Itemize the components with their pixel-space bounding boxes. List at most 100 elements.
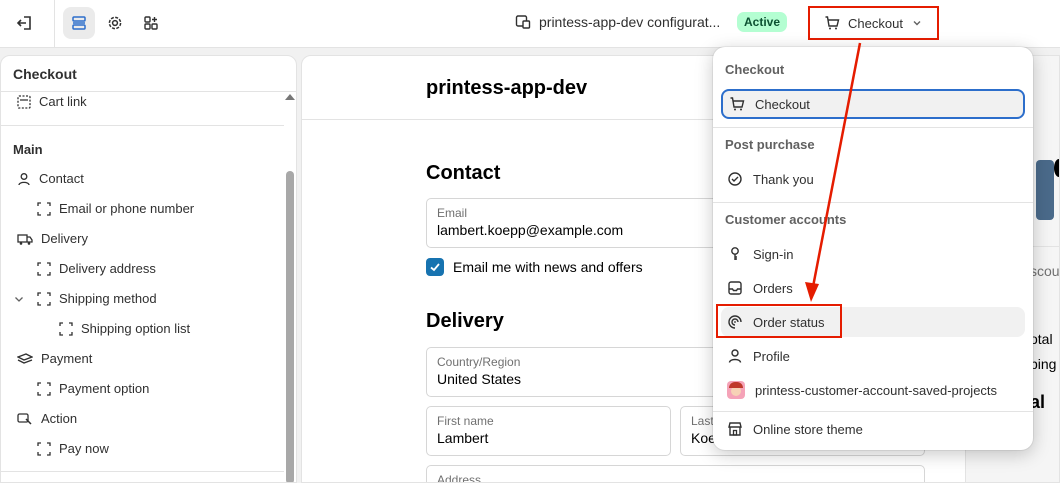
store-title-text: printess-app-dev configurat...: [539, 14, 721, 30]
store-preview-icon: [515, 14, 531, 30]
sections-button[interactable]: [63, 7, 95, 39]
block-icon: [37, 261, 51, 276]
chevron-down-icon[interactable]: [13, 293, 25, 305]
tree-item-pay-now[interactable]: Pay now: [37, 441, 109, 456]
tree-item-label: Shipping option list: [81, 321, 191, 336]
first-name-label: First name: [437, 414, 494, 428]
main-section-heading: Main: [13, 142, 43, 157]
address-label: Address: [437, 473, 482, 483]
tree-item-label: Action: [41, 411, 78, 426]
first-name-field[interactable]: First name Lambert: [426, 406, 671, 456]
cart-link-icon: [17, 94, 31, 109]
dropdown-item-profile[interactable]: Profile: [721, 341, 1025, 371]
app-avatar-icon: [727, 381, 745, 399]
dropdown-divider: [713, 127, 1033, 128]
subtotal-label-fragment: otal: [1030, 331, 1053, 347]
first-name-value: Lambert: [437, 430, 489, 446]
tree-item-cart-link[interactable]: Cart link: [17, 94, 87, 109]
quantity-badge: [1054, 159, 1059, 177]
tree-item-label: Payment option: [59, 381, 150, 396]
newsletter-checkbox[interactable]: [426, 258, 444, 276]
panel-title: Checkout: [1, 56, 296, 92]
tree-item-label: Shipping method: [59, 291, 157, 306]
shipping-label-fragment: ping: [1030, 356, 1057, 372]
panel-scrollbar[interactable]: [286, 171, 294, 482]
person-icon: [727, 348, 743, 364]
tree-item-label: Delivery: [41, 231, 88, 246]
cart-icon: [824, 15, 840, 31]
checkout-page-selector[interactable]: Checkout: [808, 6, 939, 40]
key-icon: [727, 246, 743, 262]
tree-item-payment[interactable]: Payment: [17, 351, 92, 366]
email-field-label: Email: [437, 206, 468, 220]
block-icon: [37, 201, 51, 216]
sections-icon: [71, 15, 87, 31]
gear-icon: [107, 15, 123, 31]
newsletter-checkbox-row[interactable]: Email me with news and offers: [426, 258, 643, 276]
tree-item-delivery-address[interactable]: Delivery address: [37, 261, 156, 276]
tree-item-shipping-option-list[interactable]: Shipping option list: [59, 321, 190, 336]
dropdown-item-saved-projects[interactable]: printess-customer-account-saved-projects: [721, 375, 1025, 405]
block-icon: [37, 441, 51, 456]
shop-name: printess-app-dev: [426, 77, 588, 99]
tree-item-email-or-phone[interactable]: Email or phone number: [37, 201, 194, 216]
checkmark-icon: [430, 263, 440, 272]
address-field[interactable]: Address: [426, 465, 925, 483]
panel-divider: [1, 125, 284, 126]
settings-button[interactable]: [99, 7, 131, 39]
apps-icon: [143, 15, 159, 31]
tree-item-label: Payment: [41, 351, 93, 366]
dropdown-item-online-store-theme[interactable]: Online store theme: [721, 414, 1025, 444]
check-circle-icon: [727, 171, 743, 187]
dropdown-item-sign-in[interactable]: Sign-in: [721, 239, 1025, 269]
country-select[interactable]: Country/Region United States: [426, 347, 726, 397]
dropdown-section-checkout: Checkout: [725, 62, 785, 77]
block-icon: [37, 381, 51, 396]
delivery-heading: Delivery: [426, 310, 504, 332]
store-title: printess-app-dev configurat...: [515, 14, 720, 30]
tree-item-action[interactable]: Action: [17, 411, 77, 426]
tree-item-label: Cart link: [39, 94, 87, 109]
tree-item-shipping-method[interactable]: Shipping method: [13, 291, 157, 306]
scroll-up-icon[interactable]: [285, 94, 295, 100]
checkout-selector-label: Checkout: [848, 15, 903, 31]
panel-divider: [1, 471, 284, 472]
store-icon: [727, 421, 743, 437]
exit-icon: [15, 14, 33, 32]
annotation-highlight-box: [716, 304, 842, 338]
exit-button[interactable]: [8, 7, 40, 39]
tree-item-label: Delivery address: [59, 261, 156, 276]
discount-field-fragment[interactable]: scou: [1030, 263, 1059, 279]
cart-icon: [729, 96, 745, 112]
dropdown-item-label: Checkout: [755, 96, 810, 112]
dropdown-section-post-purchase: Post purchase: [725, 137, 815, 152]
dropdown-item-label: Online store theme: [753, 421, 863, 437]
dropdown-item-label: Sign-in: [753, 246, 794, 262]
newsletter-label: Email me with news and offers: [453, 259, 643, 275]
action-icon: [17, 412, 33, 426]
dropdown-item-thank-you[interactable]: Thank you: [721, 164, 1025, 194]
tree-item-delivery[interactable]: Delivery: [17, 231, 88, 246]
tree-item-label: Pay now: [59, 441, 109, 456]
dropdown-divider: [713, 411, 1033, 412]
dropdown-item-orders[interactable]: Orders: [721, 273, 1025, 303]
apps-button[interactable]: [135, 7, 167, 39]
status-badge: Active: [737, 12, 788, 32]
contact-heading: Contact: [426, 162, 501, 184]
country-value: United States: [437, 371, 522, 387]
tree-item-payment-option[interactable]: Payment option: [37, 381, 149, 396]
email-field-value: lambert.koepp@example.com: [437, 222, 624, 238]
block-icon: [59, 321, 73, 336]
payment-icon: [17, 352, 33, 366]
dropdown-item-label: printess-customer-account-saved-projects: [755, 382, 998, 398]
dropdown-section-customer-accounts: Customer accounts: [725, 212, 847, 227]
dropdown-divider: [713, 202, 1033, 203]
email-field[interactable]: Email lambert.koepp@example.com: [426, 198, 726, 248]
dropdown-item-label: Orders: [753, 280, 793, 296]
tree-item-contact[interactable]: Contact: [17, 171, 84, 186]
truck-icon: [17, 232, 33, 246]
product-thumbnail: [1036, 160, 1054, 220]
inbox-icon: [727, 280, 743, 296]
dropdown-item-checkout[interactable]: Checkout: [721, 89, 1025, 119]
section-tree-panel: Checkout Cart link Main Contact Email or…: [0, 55, 297, 483]
